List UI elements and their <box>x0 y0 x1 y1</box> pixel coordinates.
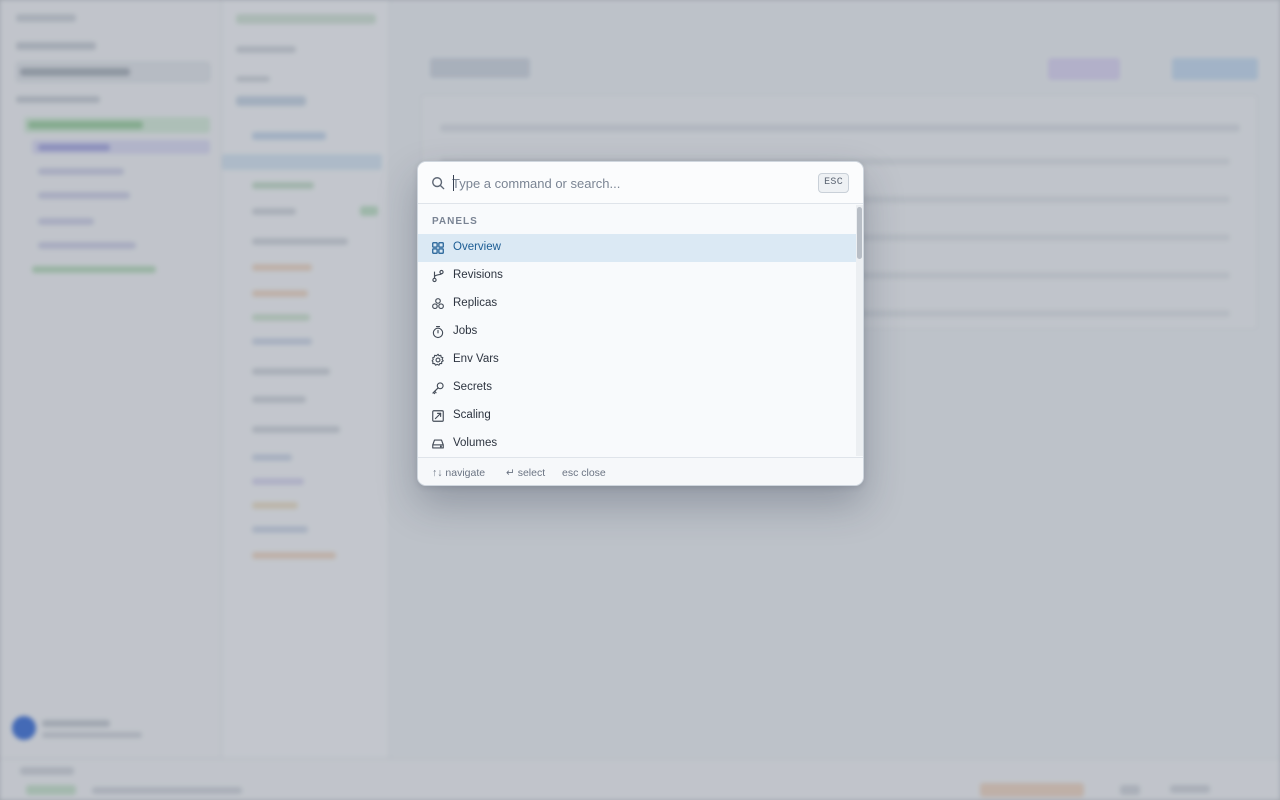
command-item-replicas[interactable]: Replicas <box>418 290 856 318</box>
command-item-revisions[interactable]: Revisions <box>418 262 856 290</box>
command-list: PANELS Overview Revisions Replicas Jobs <box>418 205 856 456</box>
search-row: ESC <box>418 162 863 204</box>
command-item-label: Overview <box>453 241 501 253</box>
key-icon <box>432 382 444 395</box>
command-palette: ESC PANELS Overview Revisions Replicas <box>417 161 864 486</box>
command-item-jobs[interactable]: Jobs <box>418 318 856 346</box>
drive-icon <box>432 439 444 449</box>
section-title-panels: PANELS <box>432 216 478 227</box>
esc-badge[interactable]: ESC <box>818 173 849 193</box>
command-item-label: Env Vars <box>453 353 499 365</box>
command-item-label: Revisions <box>453 269 503 281</box>
hint-navigate: ↑↓ navigate <box>432 467 486 479</box>
scrollbar-thumb[interactable] <box>857 207 862 259</box>
grid-icon <box>432 242 444 254</box>
command-search-input[interactable] <box>452 173 812 193</box>
command-item-label: Replicas <box>453 297 498 309</box>
command-item-scaling[interactable]: Scaling <box>418 402 856 430</box>
command-item-secrets[interactable]: Secrets <box>418 374 856 402</box>
layers-icon <box>432 298 444 310</box>
scrollbar[interactable] <box>856 205 863 456</box>
command-item-volumes[interactable]: Volumes <box>418 430 856 456</box>
gear-icon <box>431 353 444 366</box>
scale-icon <box>432 410 444 422</box>
command-item-label: Secrets <box>453 381 492 393</box>
command-item-label: Scaling <box>453 409 491 421</box>
hint-select: ↵ select <box>506 467 546 479</box>
command-item-label: Volumes <box>453 437 498 449</box>
command-item-overview[interactable]: Overview <box>418 234 856 262</box>
palette-footer: ↑↓ navigate ↵ select esc close <box>418 457 863 485</box>
text-caret <box>453 175 454 191</box>
command-item-label: Jobs <box>453 325 478 337</box>
git-branch-icon <box>432 269 444 283</box>
command-item-env-vars[interactable]: Env Vars <box>418 346 856 374</box>
hint-close: esc close <box>562 467 606 479</box>
search-icon <box>432 177 445 190</box>
timer-icon <box>432 326 444 339</box>
